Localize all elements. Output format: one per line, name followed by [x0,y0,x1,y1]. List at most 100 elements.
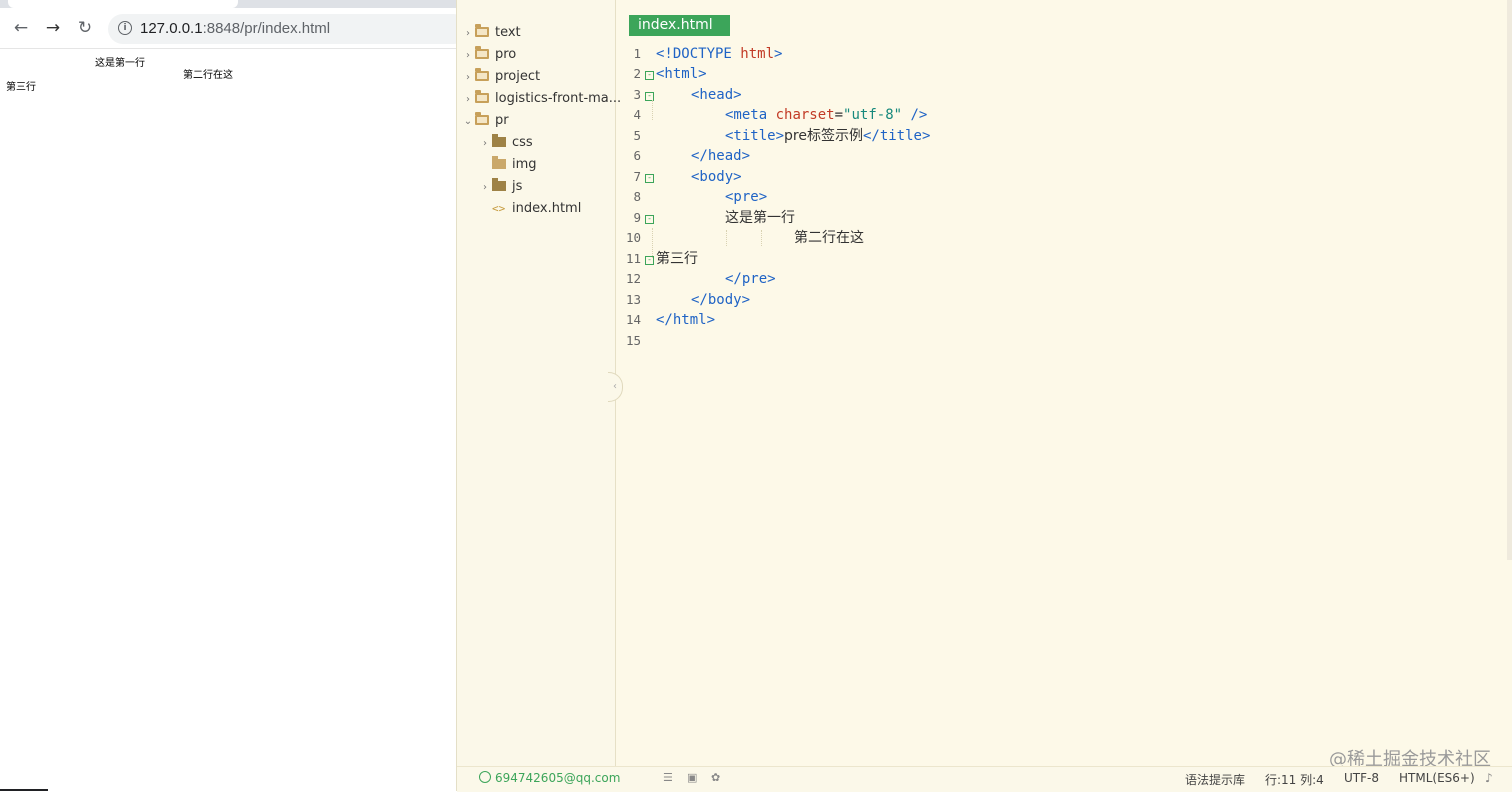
line-number: 8 [633,189,641,204]
chevron-right-icon[interactable]: › [478,133,492,155]
code-editor[interactable]: index.html 1 2 3 4 5 6 7 8 9 10 11 12 13… [616,0,1512,766]
palette-icon[interactable]: ✿ [711,771,720,784]
code-line-13: </body> [691,292,751,308]
chevron-right-icon[interactable]: › [461,23,475,45]
code-line-3: <head> [691,87,742,103]
tree-item-project[interactable]: › project [461,66,540,88]
back-arrow-icon[interactable]: ← [11,18,31,38]
url-path: :8848/pr/index.html [202,20,331,37]
folder-open-icon [475,112,489,125]
tree-item-label: text [495,25,521,40]
browser-tab[interactable] [8,0,238,8]
chevron-right-icon[interactable]: › [461,45,475,67]
line-number: 12 [625,271,641,286]
folder-icon [492,178,506,191]
line-number: 2 [633,66,641,81]
folder-icon [475,46,489,59]
code-line-6: </head> [691,148,751,164]
forward-arrow-icon[interactable]: → [43,18,63,38]
folder-icon [475,24,489,37]
browser-tabstrip [0,0,456,8]
site-info-icon[interactable]: i [118,21,132,35]
address-bar[interactable]: i 127.0.0.1:8848/pr/index.html [108,14,468,44]
language-mode[interactable]: HTML(ES6+) [1399,771,1475,785]
tree-item-logistics[interactable]: › logistics-front-ma... [461,88,621,110]
preview-line-1: 这是第一行 [95,58,145,69]
line-number: 1 [633,46,641,61]
code-line-14: </html> [656,312,716,328]
project-explorer: › text › pro › project › logistics-front-ma.… [457,0,621,766]
folder-icon [492,134,506,147]
user-icon [479,771,491,783]
chevron-down-icon[interactable]: ⌄ [461,111,475,133]
url-host: 127.0.0.1 [140,20,203,37]
code-line-8: <pre> [725,189,768,205]
user-email: 694742605@qq.com [495,771,621,785]
fold-toggle-icon[interactable]: - [645,174,654,183]
tree-item-js[interactable]: › js [478,176,522,198]
tree-item-label: pro [495,47,517,62]
bell-icon[interactable]: ♪ [1485,771,1493,785]
tree-item-index-html[interactable]: <> index.html [478,198,581,220]
tree-item-label: index.html [512,201,582,216]
tree-item-text[interactable]: › text [461,22,521,44]
fold-toggle-icon[interactable]: - [645,71,654,80]
tree-item-label: css [512,135,533,150]
tree-item-label: pr [495,113,509,128]
chevron-right-icon[interactable]: › [461,67,475,89]
address-url[interactable]: 127.0.0.1:8848/pr/index.html [140,20,330,37]
code-line-12: </pre> [725,271,776,287]
reload-icon[interactable]: ↻ [75,18,95,38]
tree-item-label: img [512,157,537,172]
line-number: 6 [633,148,641,163]
preview-line-3: 第三行 [6,82,36,93]
line-number: 5 [633,128,641,143]
folder-icon [475,68,489,81]
cursor-position[interactable]: 行:11 列:4 [1265,771,1324,788]
tree-item-label: logistics-front-ma... [495,91,622,106]
line-number: 15 [625,333,641,348]
line-number: 10 [625,230,641,245]
code-line-11: 第三行 [656,251,698,267]
line-number: 7 [633,169,641,184]
line-number: 14 [625,312,641,327]
code-line-10: 第二行在这 [794,230,864,246]
browser-toolbar: ← → ↻ i 127.0.0.1:8848/pr/index.html [0,8,468,49]
line-number: 11 [625,251,641,266]
code-line-2: <html> [656,66,707,82]
line-number: 9 [633,210,641,225]
chevron-right-icon[interactable]: › [461,89,475,111]
code-line-9: 这是第一行 [725,210,795,226]
code-line-5: <title>pre标签示例</title> [725,128,931,144]
indent-guide [726,230,727,246]
ide-window: › text › pro › project › logistics-front-ma.… [456,0,1512,792]
line-number: 3 [633,87,641,102]
line-number: 4 [633,107,641,122]
user-account[interactable]: 694742605@qq.com [479,771,620,785]
indent-guide [652,228,653,258]
tree-item-label: js [512,179,523,194]
indent-guide [761,230,762,246]
code-line-7: <body> [691,169,742,185]
html-file-icon: <> [492,202,506,215]
status-bar: 694742605@qq.com ☰ ▣ ✿ 语法提示库 行:11 列:4 UT… [457,766,1512,792]
indent-guide [652,100,653,120]
tree-item-css[interactable]: › css [478,132,533,154]
encoding-selector[interactable]: UTF-8 [1344,771,1379,785]
tree-item-label: project [495,69,541,84]
terminal-icon[interactable]: ▣ [687,771,697,784]
fold-toggle-icon[interactable]: - [645,215,654,224]
folder-icon [492,156,506,169]
folder-icon [475,90,489,103]
syntax-hint-library[interactable]: 语法提示库 [1185,771,1245,788]
editor-scrollbar[interactable] [1507,0,1512,560]
list-icon[interactable]: ☰ [663,771,673,784]
tree-item-pro[interactable]: › pro [461,44,516,66]
tree-item-img[interactable]: img [478,154,537,176]
code-line-4: <meta charset="utf-8" /> [725,107,928,123]
tree-item-pr[interactable]: ⌄ pr [461,110,509,132]
preview-line-2: 第二行在这 [183,70,233,81]
chevron-right-icon[interactable]: › [478,177,492,199]
tab-index-html[interactable]: index.html [629,15,730,36]
line-number: 13 [625,292,641,307]
